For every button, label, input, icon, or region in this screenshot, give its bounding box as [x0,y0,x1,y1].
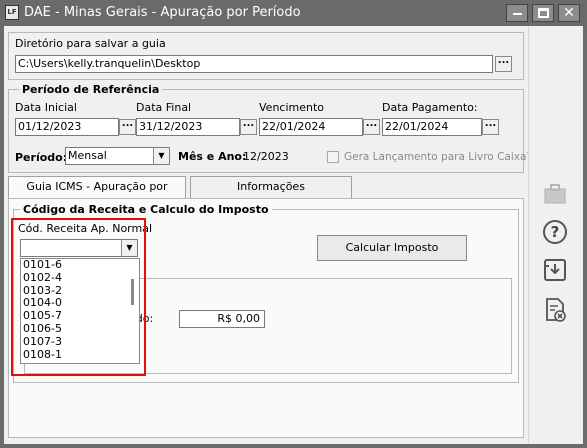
data-final-field[interactable]: 31/12/2023 [136,118,240,136]
app-icon: LF [5,5,19,20]
mes-ano-value: 12/2023 [243,150,289,163]
directory-path-field[interactable]: C:\Users\kelly.tranquelin\Desktop [15,55,493,73]
reference-period-panel: Período de Referência Data Inicial 01/12… [8,83,532,173]
vencimento-picker-button[interactable]: ... [363,119,380,135]
periodo-value: Mensal [68,149,107,162]
window-client: Diretório para salvar a guia C:\Users\ke… [4,26,583,444]
mes-ano-label: Mês e Ano: [178,150,247,163]
vencimento-field[interactable]: 22/01/2024 [259,118,363,136]
directory-panel: Diretório para salvar a guia C:\Users\ke… [8,32,524,80]
directory-browse-button[interactable]: ... [495,56,512,72]
data-inicial-picker-button[interactable]: ... [119,119,136,135]
data-pagamento-label: Data Pagamento: [382,101,478,114]
periodo-select[interactable]: Mensal ▼ [65,147,170,165]
chevron-down-icon: ▼ [153,148,169,164]
window-title: DAE - Minas Gerais - Apuração por Períod… [24,5,301,20]
directory-label: Diretório para salvar a guia [15,37,166,50]
briefcase-icon[interactable] [541,180,569,208]
data-final-label: Data Final [136,101,192,114]
data-inicial-field[interactable]: 01/12/2023 [15,118,119,136]
gera-lancamento-checkbox[interactable] [327,151,339,163]
maximize-icon [538,8,549,18]
app-window: LF DAE - Minas Gerais - Apuração por Per… [0,0,587,448]
gera-lancamento-label: Gera Lançamento para Livro Caixa? [344,151,532,163]
minimize-icon [513,13,522,15]
delete-document-icon[interactable] [541,296,569,324]
receita-group-title: Código da Receita e Calculo do Imposto [20,203,272,216]
help-icon[interactable]: ? [541,218,569,246]
imposto-valor-field[interactable]: R$ 0,00 [179,310,265,328]
tab-informacoes-complementares[interactable]: Informações Complementares [190,176,352,213]
main-area: Diretório para salvar a guia C:\Users\ke… [4,26,532,444]
data-final-picker-button[interactable]: ... [240,119,257,135]
svg-text:?: ? [551,223,560,241]
save-icon[interactable] [541,256,569,284]
side-toolbar: ? [528,26,583,444]
highlight-box [11,218,146,376]
title-bar: LF DAE - Minas Gerais - Apuração por Per… [0,0,587,26]
minimize-button[interactable] [506,4,528,22]
data-inicial-label: Data Inicial [15,101,77,114]
tab-guia-icms[interactable]: Guia ICMS - Apuração por Período [8,176,186,213]
data-pagamento-field[interactable]: 22/01/2024 [382,118,482,136]
calcular-imposto-button[interactable]: Calcular Imposto [317,235,467,261]
periodo-label: Período: [15,151,68,164]
vencimento-label: Vencimento [259,101,325,114]
data-pagamento-picker-button[interactable]: ... [482,119,499,135]
reference-period-title: Período de Referência [19,83,163,96]
close-icon: ✕ [563,5,575,21]
close-button[interactable]: ✕ [558,4,580,22]
maximize-button[interactable] [532,4,554,22]
